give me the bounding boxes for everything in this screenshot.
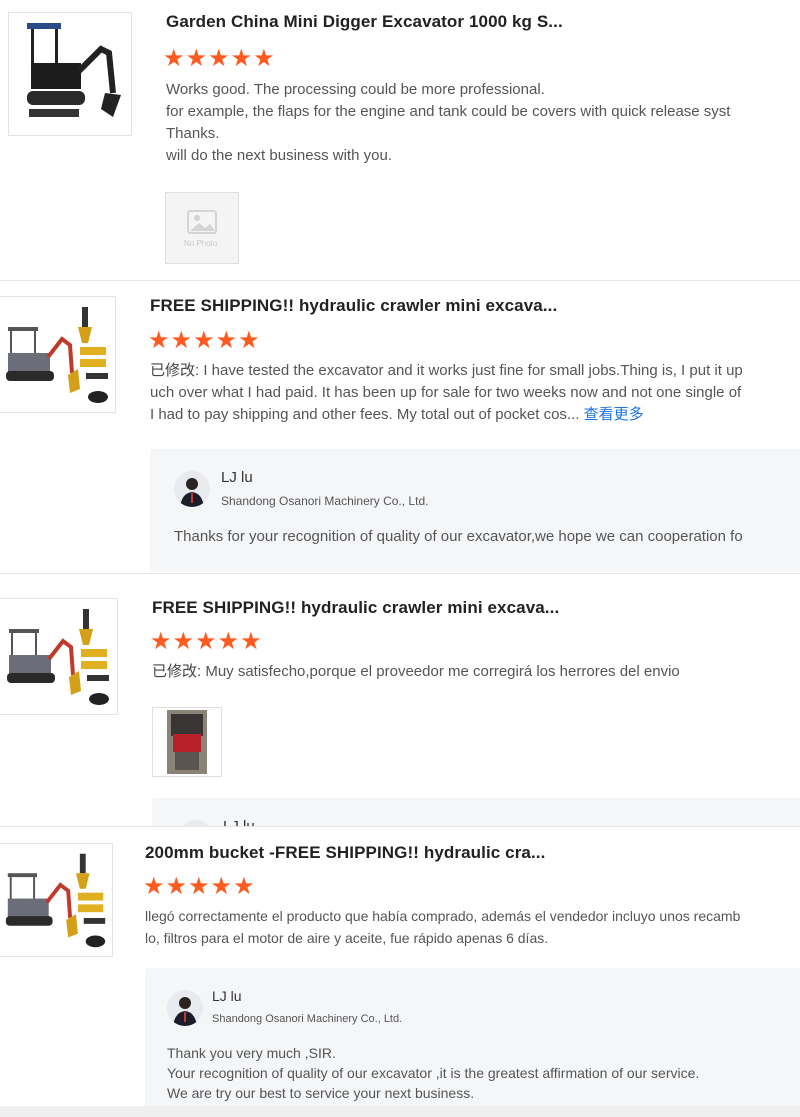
modified-label: 已修改: (152, 663, 202, 680)
review-photo[interactable] (152, 707, 222, 777)
seller-reply: LJ lu (152, 798, 800, 826)
replier-name: LJ lu (223, 818, 255, 826)
review-item: FREE SHIPPING!! hydraulic crawler mini e… (0, 281, 800, 572)
no-photo-icon (187, 210, 217, 234)
seller-reply: LJ lu Shandong Osanori Machinery Co., Lt… (150, 449, 800, 572)
rating-stars: ★★★★★ (150, 628, 263, 655)
avatar-icon (173, 997, 197, 1026)
product-title[interactable]: Garden China Mini Digger Excavator 1000 … (166, 12, 563, 32)
avatar (174, 471, 210, 507)
review-item: 200mm bucket -FREE SHIPPING!! hydraulic … (0, 826, 800, 1107)
review-text: llegó correctamente el producto que habí… (145, 908, 741, 946)
replier-company: Shandong Osanori Machinery Co., Ltd. (212, 1013, 403, 1025)
see-more-link[interactable]: 查看更多 (584, 406, 644, 423)
avatar (167, 990, 203, 1026)
review-text: Works good. The processing could be more… (166, 81, 731, 164)
product-thumbnail[interactable] (0, 598, 118, 715)
rating-stars: ★★★★★ (148, 327, 261, 354)
excavator-icon (9, 13, 131, 135)
product-thumbnail[interactable] (8, 12, 132, 136)
no-photo-placeholder: No Photo (165, 192, 239, 264)
replier-name: LJ lu (221, 469, 253, 486)
excavator-attachments-icon (0, 844, 112, 956)
product-thumbnail[interactable] (0, 843, 113, 957)
bottom-bar (0, 1106, 800, 1117)
excavator-attachments-icon (0, 297, 115, 412)
product-title[interactable]: FREE SHIPPING!! hydraulic crawler mini e… (150, 296, 557, 316)
photo-image (167, 710, 207, 774)
no-photo-label: No Photo (184, 239, 218, 248)
reply-text: Thanks for your recognition of quality o… (174, 528, 743, 545)
review-item: Garden China Mini Digger Excavator 1000 … (0, 0, 800, 280)
product-title[interactable]: 200mm bucket -FREE SHIPPING!! hydraulic … (145, 843, 545, 863)
product-title[interactable]: FREE SHIPPING!! hydraulic crawler mini e… (152, 598, 559, 618)
rating-stars: ★★★★★ (163, 45, 276, 72)
rating-stars: ★★★★★ (143, 873, 256, 900)
replier-company: Shandong Osanori Machinery Co., Ltd. (221, 494, 429, 508)
product-thumbnail[interactable] (0, 296, 116, 413)
review-item: FREE SHIPPING!! hydraulic crawler mini e… (0, 574, 800, 826)
excavator-attachments-icon (1, 599, 116, 714)
review-text: 已修改: Muy satisfecho,porque el proveedor … (152, 663, 680, 680)
modified-label: 已修改: (150, 362, 200, 379)
reply-text: Thank you very much ,SIR. Your recogniti… (167, 1045, 700, 1101)
review-text: 已修改: I have tested the excavator and it … (150, 362, 743, 423)
avatar-icon (180, 478, 204, 507)
replier-name: LJ lu (212, 988, 242, 1004)
seller-reply: LJ lu Shandong Osanori Machinery Co., Lt… (145, 968, 800, 1107)
